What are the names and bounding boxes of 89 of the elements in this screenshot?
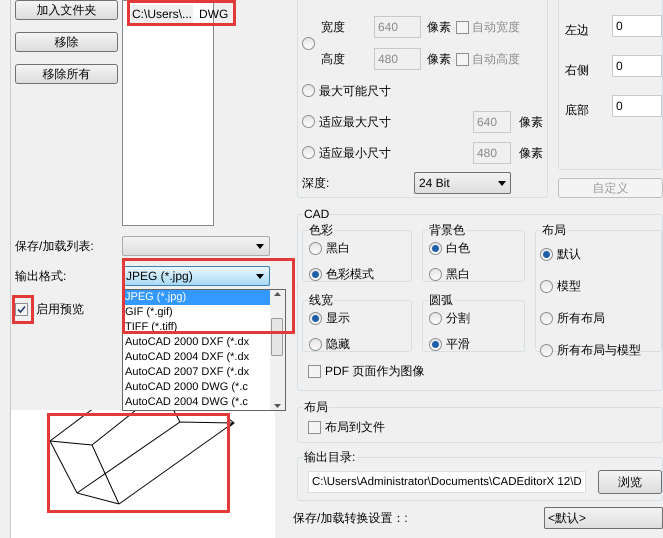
radio-label: 模型 bbox=[557, 278, 581, 295]
browse-button[interactable]: 浏览 bbox=[598, 470, 662, 494]
depth-dropdown[interactable]: 24 Bit bbox=[414, 172, 511, 194]
radio-button[interactable] bbox=[309, 268, 322, 280]
checkbox-label: PDF 页面作为图像 bbox=[325, 363, 424, 380]
checkbox[interactable] bbox=[308, 364, 321, 378]
dropdown-arrow-icon bbox=[256, 274, 264, 278]
margin-input[interactable]: 0 bbox=[612, 95, 662, 117]
format-option[interactable]: AutoCAD 2000 DXF (*.dx bbox=[123, 335, 270, 350]
group-title: 布局 bbox=[303, 399, 329, 415]
format-option[interactable]: AutoCAD 2004 DWG (*.c bbox=[123, 395, 270, 410]
radio-button[interactable] bbox=[540, 280, 553, 292]
radio-button[interactable] bbox=[540, 344, 553, 356]
format-option[interactable]: AutoCAD 2007 DXF (*.dx bbox=[123, 365, 270, 380]
radio-button[interactable] bbox=[429, 268, 442, 280]
unit-label: 像素 bbox=[519, 144, 543, 162]
radio-button[interactable] bbox=[429, 338, 442, 350]
format-option[interactable]: GIF (*.gif) bbox=[123, 305, 270, 320]
annotation-box bbox=[12, 295, 34, 324]
format-option[interactable]: TIFF (*.tiff) bbox=[123, 320, 270, 335]
checkbox-label: 自动高度 bbox=[472, 51, 520, 68]
dropdown-arrow-icon bbox=[256, 244, 264, 248]
radio-label: 适应最小尺寸 bbox=[319, 144, 392, 162]
radio-button[interactable] bbox=[429, 242, 442, 254]
radio-label: 隐藏 bbox=[326, 336, 350, 353]
radio-button[interactable] bbox=[309, 312, 322, 324]
radio-button[interactable] bbox=[540, 312, 553, 324]
radio-label: 黑白 bbox=[326, 240, 350, 257]
margin-input[interactable]: 0 bbox=[612, 55, 662, 77]
checkbox-label: 启用预览 bbox=[36, 301, 84, 318]
checkbox[interactable] bbox=[456, 20, 469, 34]
field-label: 底部 bbox=[565, 102, 590, 119]
radio-label: 黑白 bbox=[446, 266, 470, 283]
unit-label: 像素 bbox=[427, 51, 451, 68]
field-label: 保存/加载列表: bbox=[15, 238, 95, 255]
radio-button[interactable] bbox=[429, 312, 442, 324]
radio-button[interactable] bbox=[302, 115, 315, 128]
group-title: 输出目录: bbox=[303, 449, 356, 465]
radio-button[interactable] bbox=[540, 248, 553, 260]
radio-label: 分割 bbox=[446, 310, 470, 327]
group-title: 圆弧 bbox=[428, 292, 454, 308]
action-button[interactable]: 加入文件夹 bbox=[15, 0, 118, 20]
field-label: 输出格式: bbox=[15, 268, 68, 285]
field-label: 深度: bbox=[302, 175, 330, 192]
checkbox[interactable] bbox=[456, 52, 469, 66]
checkbox-label: 布局到文件 bbox=[325, 419, 385, 436]
action-button[interactable]: 移除 bbox=[15, 32, 118, 52]
conversion-settings-dropdown[interactable]: <默认> bbox=[544, 507, 663, 529]
radio-button[interactable] bbox=[302, 146, 315, 159]
radio-label: 白色 bbox=[446, 240, 470, 257]
save-load-list-dropdown[interactable] bbox=[122, 236, 270, 256]
group-title: 背景色 bbox=[428, 222, 466, 238]
radio-label: 所有布局与模型 bbox=[557, 342, 641, 359]
field-label: 保存/加载转换设置：: bbox=[293, 510, 409, 527]
output-format-dropdown[interactable]: JPEG (*.jpg) bbox=[122, 266, 270, 286]
radio-button[interactable] bbox=[309, 338, 322, 350]
checkbox-label: 自动宽度 bbox=[472, 19, 520, 36]
field-label: 高度 bbox=[321, 51, 346, 68]
radio-button[interactable] bbox=[309, 242, 322, 254]
format-option[interactable]: AutoCAD 2000 DWG (*.c bbox=[123, 380, 270, 395]
radio-label: 色彩模式 bbox=[326, 266, 374, 283]
file-path[interactable]: C:\Users\... bbox=[131, 5, 194, 23]
unit-label: 像素 bbox=[519, 114, 543, 130]
radio-button[interactable] bbox=[302, 36, 315, 50]
margin-input[interactable]: 0 bbox=[612, 15, 662, 37]
radio-label: 显示 bbox=[326, 310, 350, 327]
radio-label: 最大可能尺寸 bbox=[319, 82, 392, 100]
radio-label: 适应最大尺寸 bbox=[319, 114, 392, 130]
action-button[interactable]: 移除所有 bbox=[15, 64, 118, 84]
scrollbar[interactable] bbox=[270, 290, 285, 410]
group-title: 布局 bbox=[541, 222, 567, 238]
radio-label: 平滑 bbox=[446, 336, 470, 353]
checkbox[interactable] bbox=[308, 420, 321, 434]
scroll-up-arrow-icon[interactable] bbox=[274, 292, 281, 296]
unit-label: 像素 bbox=[427, 19, 451, 36]
radio-button[interactable] bbox=[302, 84, 315, 97]
group-title: 色彩 bbox=[308, 222, 334, 238]
field-label: 右侧 bbox=[565, 62, 590, 79]
radio-label: 默认 bbox=[557, 246, 581, 263]
file-type[interactable]: DWG bbox=[199, 5, 228, 23]
group-title: 线宽 bbox=[308, 292, 334, 308]
field-label: 左边 bbox=[565, 22, 590, 39]
field-label: 宽度 bbox=[321, 19, 346, 36]
dropdown-arrow-icon bbox=[498, 180, 506, 186]
radio-label: 所有布局 bbox=[557, 310, 605, 327]
scroll-down-arrow-icon[interactable] bbox=[274, 404, 281, 408]
format-option[interactable]: AutoCAD 2004 DXF (*.dx bbox=[123, 350, 270, 365]
output-directory-input[interactable]: C:\Users\Administrator\Documents\CADEditorX 12\D bbox=[308, 471, 586, 493]
checkbox[interactable] bbox=[15, 302, 28, 316]
